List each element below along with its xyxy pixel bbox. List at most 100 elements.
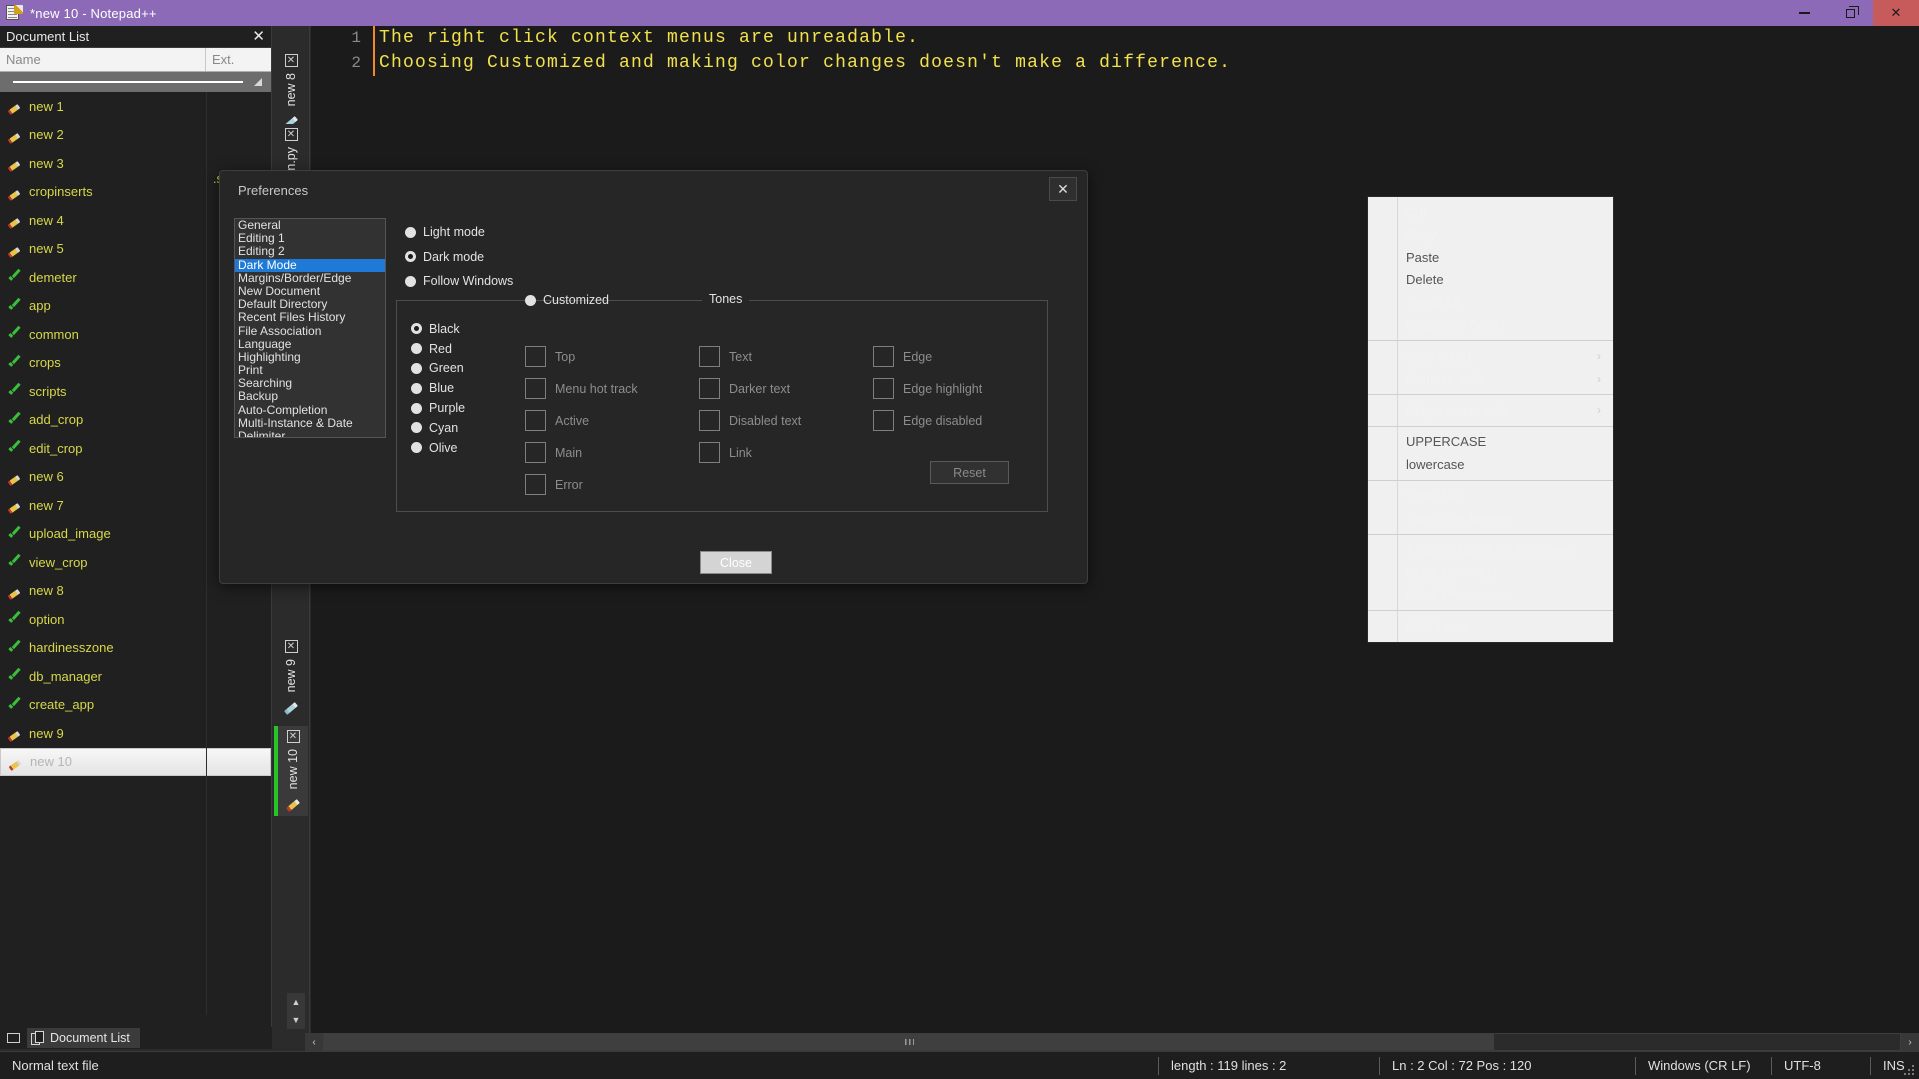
tone-radio-option[interactable]: Blue (411, 378, 465, 398)
category-item[interactable]: Dark Mode (235, 258, 385, 272)
tone-radio-option[interactable]: Green (411, 359, 465, 379)
color-checkbox[interactable]: Main (525, 442, 582, 463)
close-icon[interactable]: ✕ (252, 29, 265, 44)
list-item[interactable]: hardinesszone (0, 634, 271, 663)
menu-item-label: Remove style (1406, 371, 1485, 387)
radio-option[interactable]: Light mode (405, 220, 513, 245)
category-item[interactable]: Margins/Border/Edge (235, 271, 385, 285)
pencil-red-icon (7, 725, 23, 741)
radio-icon (405, 275, 416, 287)
radio-option[interactable]: Dark mode (405, 245, 513, 270)
minimize-button[interactable] (1781, 0, 1827, 26)
hscroll-track[interactable] (323, 1033, 1901, 1051)
tones-legend: Tones (702, 292, 750, 306)
customized-radio[interactable]: Customized (525, 293, 609, 307)
close-icon[interactable]: ✕ (284, 640, 298, 653)
color-checkbox[interactable]: Top (525, 346, 575, 367)
menu-item[interactable]: UPPERCASE (1368, 431, 1613, 454)
menu-item[interactable]: Paste (1368, 246, 1613, 269)
preferences-category-list[interactable]: General Editing 1 Editing 2 Dark Mode Margin… (234, 218, 386, 438)
list-item[interactable]: db_manager (0, 662, 271, 691)
close-icon[interactable]: ✕ (284, 54, 298, 67)
category-item[interactable]: File Association (235, 324, 385, 338)
radio-icon (525, 294, 536, 306)
window-controls: ✕ (1781, 0, 1919, 26)
checkbox-icon (699, 378, 720, 399)
close-icon[interactable]: ✕ (286, 730, 300, 743)
color-checkbox[interactable]: Disabled text (699, 410, 801, 431)
color-checkbox[interactable]: Edge disabled (873, 410, 982, 431)
column-header-name[interactable]: Name (0, 48, 206, 71)
tab-document-list[interactable]: Document List (27, 1028, 140, 1048)
radio-icon (411, 323, 422, 335)
list-item[interactable]: new 1 (0, 92, 271, 121)
radio-option[interactable]: Follow Windows (405, 269, 513, 294)
code-line[interactable]: The right click context menus are unread… (373, 26, 1919, 51)
category-item[interactable]: Backup (235, 390, 385, 403)
category-item[interactable]: Editing 2 (235, 245, 385, 258)
monitor-icon[interactable] (3, 1029, 23, 1047)
checkbox-icon (699, 442, 720, 463)
reset-button[interactable]: Reset (930, 461, 1009, 484)
check-green-icon (7, 697, 23, 713)
preferences-close-icon[interactable]: ✕ (1049, 177, 1077, 201)
pencil-red-icon (7, 469, 23, 485)
scroll-left-button[interactable]: ‹ (305, 1033, 323, 1051)
list-item[interactable]: option (0, 605, 271, 634)
list-item[interactable]: create_app (0, 691, 271, 720)
tone-option-group[interactable]: Black Red Green Blue Purple Cyan Olive (411, 319, 465, 458)
vertical-tab[interactable]: ✕ new 9 (274, 636, 308, 720)
tone-radio-option[interactable]: Black (411, 319, 465, 339)
tones-group: Tones Black Red Green Blue Purple Cyan Olive C… (396, 292, 1048, 512)
document-list-drag-bar[interactable] (0, 72, 271, 92)
category-item[interactable]: Language (235, 337, 385, 351)
list-item-label: add_crop (29, 412, 84, 428)
category-item[interactable]: Delimiter (235, 429, 385, 437)
resize-grip-icon[interactable] (254, 78, 262, 86)
maximize-button[interactable] (1827, 0, 1873, 26)
color-checkbox[interactable]: Link (699, 442, 752, 463)
window-title: *new 10 - Notepad++ (30, 5, 157, 21)
dark-mode-option-group[interactable]: Light mode Dark mode Follow Windows (405, 220, 513, 294)
color-checkbox[interactable]: Edge (873, 346, 932, 367)
horizontal-scrollbar[interactable]: ‹ › (305, 1033, 1919, 1051)
scroll-down-button[interactable]: ▼ (287, 1011, 305, 1029)
radio-label: Dark mode (423, 249, 485, 264)
code-line[interactable]: Choosing Customized and making color cha… (373, 51, 1919, 76)
tone-radio-option[interactable]: Olive (411, 438, 465, 458)
list-item[interactable]: new 10 (0, 747, 271, 776)
color-checkbox[interactable]: Active (525, 410, 589, 431)
color-checkbox[interactable]: Menu hot track (525, 378, 638, 399)
list-item-label: db_manager (29, 668, 102, 684)
hscroll-thumb[interactable] (324, 1034, 1494, 1050)
list-item-label: crops (29, 355, 61, 371)
menu-item[interactable]: Delete (1368, 269, 1613, 292)
close-icon[interactable]: ✕ (284, 128, 298, 141)
editor-context-menu[interactable]: Cut Copy Paste Delete Select All Begin/End Se… (1367, 196, 1614, 643)
tone-radio-option[interactable]: Cyan (411, 418, 465, 438)
column-header-ext[interactable]: Ext. (206, 48, 271, 71)
list-item[interactable]: new 9 (0, 719, 271, 748)
scroll-right-button[interactable]: › (1901, 1033, 1919, 1051)
status-file-type: Normal text file (12, 1058, 99, 1073)
list-item[interactable]: new 2 (0, 121, 271, 150)
menu-item: Search on Internet (1368, 507, 1613, 530)
window-resize-grip-icon[interactable] (1904, 1064, 1916, 1076)
vertical-tab[interactable]: ✕ new 8 (274, 50, 308, 134)
panel-scroll-buttons[interactable]: ▲ ▼ (287, 993, 305, 1033)
scroll-up-button[interactable]: ▲ (287, 993, 305, 1011)
vertical-tab[interactable]: ✕ new 10 (274, 726, 308, 817)
color-checkbox[interactable]: Darker text (699, 378, 790, 399)
tone-radio-option[interactable]: Red (411, 339, 465, 359)
preferences-close-button[interactable]: Close (700, 551, 772, 574)
category-item[interactable]: Auto-Completion (235, 403, 385, 417)
close-button[interactable]: ✕ (1873, 0, 1919, 26)
color-checkbox[interactable]: Text (699, 346, 752, 367)
tone-radio-option[interactable]: Purple (411, 398, 465, 418)
category-item[interactable]: Recent Files History (235, 311, 385, 324)
color-checkbox[interactable]: Edge highlight (873, 378, 982, 399)
color-checkbox[interactable]: Error (525, 474, 583, 495)
menu-item: Select All (1368, 291, 1613, 314)
menu-separator (1368, 394, 1613, 395)
menu-item[interactable]: lowercase (1368, 453, 1613, 476)
